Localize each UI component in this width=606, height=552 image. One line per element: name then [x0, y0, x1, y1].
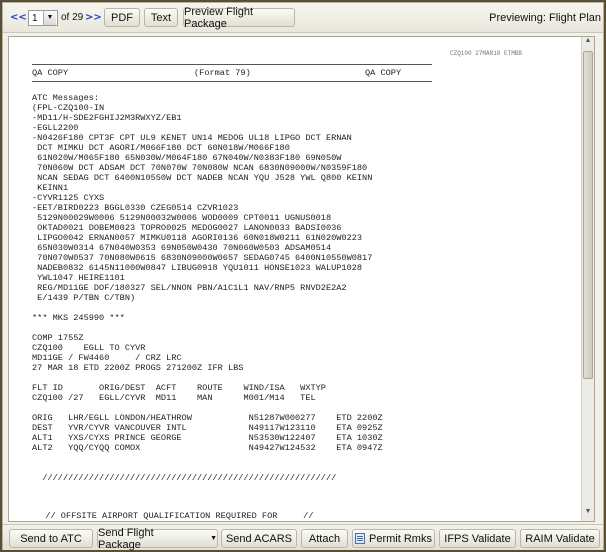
chevron-down-icon[interactable]: ▼ — [210, 535, 217, 542]
copy-header: QA COPY (Format 79) QA COPY — [32, 68, 432, 80]
page-select[interactable]: 1 ▼ — [28, 10, 58, 26]
page-number: 1 — [32, 12, 38, 24]
scroll-down-arrow-icon[interactable]: ▼ — [582, 508, 594, 521]
copy-label-right: QA COPY — [365, 68, 402, 78]
flight-plan-tail: // OFFSITE AIRPORT QUALIFICATION REQUIRE… — [35, 511, 314, 521]
ifps-validate-button[interactable]: IFPS Validate — [439, 529, 516, 548]
chevron-down-icon[interactable]: ▼ — [43, 11, 56, 25]
attach-label: Attach — [308, 532, 341, 545]
toolbar: << 1 ▼ of 29 >> PDF Text Preview Flight … — [3, 3, 603, 33]
copy-label-left: QA COPY — [32, 68, 69, 78]
send-acars-label: Send ACARS — [225, 532, 293, 545]
permit-rmks-label: Permit Rmks — [369, 532, 432, 545]
send-acars-button[interactable]: Send ACARS — [221, 529, 297, 548]
format-label: (Format 79) — [194, 68, 251, 78]
raim-validate-label: RAIM Validate — [525, 532, 595, 545]
pdf-button[interactable]: PDF — [104, 8, 140, 27]
ifps-validate-label: IFPS Validate — [444, 532, 511, 545]
vertical-scrollbar[interactable]: ▲ ▼ — [581, 37, 594, 521]
page-count-label: of 29 — [61, 12, 84, 23]
prev-page-button[interactable]: << — [10, 12, 27, 23]
send-to-atc-label: Send to ATC — [20, 532, 82, 545]
send-flight-package-label: Send Flight Package — [98, 526, 154, 551]
flight-plan-window: << 1 ▼ of 29 >> PDF Text Preview Flight … — [2, 2, 604, 551]
next-page-button[interactable]: >> — [85, 12, 102, 23]
text-button[interactable]: Text — [144, 8, 178, 27]
document-header-id: CZQ100 27MAR18 ETMBB — [450, 50, 523, 57]
previewing-label: Previewing: Flight Plan — [489, 12, 601, 24]
send-flight-package-button[interactable]: Send Flight Package ▼ — [97, 526, 218, 551]
header-rule-bottom — [32, 81, 432, 82]
preview-flight-package-button[interactable]: Preview Flight Package — [183, 6, 295, 30]
attach-button[interactable]: Attach — [301, 529, 348, 548]
send-to-atc-button[interactable]: Send to ATC — [9, 529, 93, 548]
raim-validate-button[interactable]: RAIM Validate — [520, 529, 600, 548]
scroll-up-arrow-icon[interactable]: ▲ — [582, 37, 594, 50]
document-icon — [355, 533, 366, 544]
action-bar: Send to ATC Send Flight Package ▼ Send A… — [3, 524, 603, 551]
permit-rmks-button[interactable]: Permit Rmks — [352, 529, 435, 548]
header-rule-top — [32, 64, 432, 65]
flight-plan-document: CZQ100 27MAR18 ETMBB QA COPY (Format 79)… — [32, 37, 572, 521]
document-viewer[interactable]: CZQ100 27MAR18 ETMBB QA COPY (Format 79)… — [8, 36, 595, 522]
flight-plan-body: ATC Messages: (FPL-CZQ100-IN -MD11/H-SDE… — [32, 93, 383, 483]
scrollbar-thumb[interactable] — [583, 51, 593, 379]
